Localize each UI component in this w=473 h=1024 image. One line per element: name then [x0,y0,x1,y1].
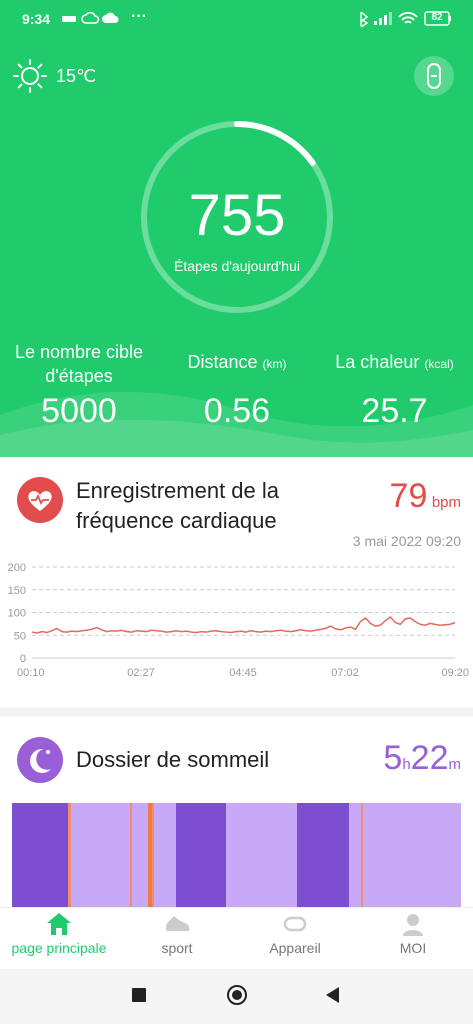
distance-label-text: Distance [187,352,258,372]
tab-home-label: page principale [11,940,107,956]
home-icon [47,913,71,935]
system-nav-bar [0,969,473,1024]
status-notification-icons [62,12,119,24]
sleep-deep [297,803,349,907]
watch-icon [283,916,307,932]
shoe-icon [166,916,190,931]
heart-rate-series-line [31,616,456,634]
target-steps-label-line1: Le nombre cible [14,342,144,362]
tab-me[interactable]: MOI [354,912,472,956]
sleep-light [12,803,461,907]
sun-icon [13,59,47,93]
tab-sport[interactable]: sport [118,912,236,956]
temperature: 15℃ [56,66,97,86]
sleep-deep [176,803,226,907]
step-count: 755 [188,183,286,248]
x-tick-label: 00:10 [17,667,45,679]
tab-me-label: MOI [399,940,427,956]
distance-label: Distance (km) [158,352,316,373]
calories-unit: (kcal) [424,357,454,371]
person-icon [403,914,423,936]
status-more: ··· [131,8,147,25]
distance-value: 0.56 [203,392,271,430]
home-nav-button[interactable] [227,985,247,1005]
y-tick-label: 200 [8,562,26,574]
x-tick-label: 09:20 [441,667,469,679]
sleep-hours-unit: h [402,756,411,773]
heart-rate-value: 79 [389,477,428,515]
back-button[interactable] [324,986,340,1004]
battery-level: 82 [431,12,443,23]
sleep-awake [130,803,132,907]
sleep-title: Dossier de sommeil [76,747,270,772]
distance-unit: (km) [262,357,287,371]
sleep-minutes: 22 [410,739,449,777]
heart-rate-reading: 79 bpm [390,477,461,516]
tab-sport-label: sport [161,940,193,956]
status-system-icons [360,11,451,28]
target-steps-value: 5000 [41,392,117,430]
tab-home[interactable]: page principale [0,912,118,956]
step-progress-arc [234,121,316,166]
heart-rate-title: Enregistrement de la fréquence cardiaque [76,476,279,536]
device-button[interactable] [414,56,454,96]
sleep-minutes-unit: m [448,756,462,773]
y-tick-label: 0 [20,653,26,665]
heart-rate-card[interactable]: Enregistrement de la fréquence cardiaque… [0,457,473,707]
sleep-deep [12,803,68,907]
band-icon [427,63,441,89]
sleep-duration: 5h22m [383,739,461,778]
y-tick-label: 150 [8,585,26,597]
sleep-card[interactable]: Dossier de sommeil 5h22m [0,717,473,907]
x-tick-label: 07:02 [331,667,359,679]
calories-value: 25.7 [361,392,428,430]
x-tick-label: 02:27 [127,667,155,679]
sleep-hours: 5 [383,739,403,777]
sleep-awake [152,803,154,907]
x-tick-label: 04:45 [229,667,257,679]
heart-rate-chart: 200 150 100 50 0 00:10 02:27 04:45 07:02 09:20 [8,562,469,679]
status-time: 9:34 [22,11,51,27]
sleep-awake [148,803,152,907]
recents-button[interactable] [132,988,146,1002]
heart-rate-title-line1: Enregistrement de la [76,478,279,503]
y-tick-label: 50 [14,630,26,642]
heart-rate-title-line2: fréquence cardiaque [76,508,277,533]
heart-rate-unit: bpm [431,494,461,511]
sleep-awake [361,803,363,907]
hero-panel: 9:34 ··· 82 15℃ 755 Étapes d'aujourd'hui… [0,0,473,457]
moon-icon [17,737,63,783]
y-tick-label: 100 [8,608,26,620]
sleep-awake [68,803,71,907]
tab-device-label: Appareil [269,940,321,956]
heart-rate-date: 3 mai 2022 09:20 [352,533,461,549]
calories-label: La chaleur (kcal) [316,352,473,373]
sleep-stages-chart [12,803,461,907]
heart-rate-icon [17,477,63,523]
tab-device[interactable]: Appareil [236,912,354,956]
calories-label-text: La chaleur [335,352,420,372]
step-count-label: Étapes d'aujourd'hui [174,258,300,274]
